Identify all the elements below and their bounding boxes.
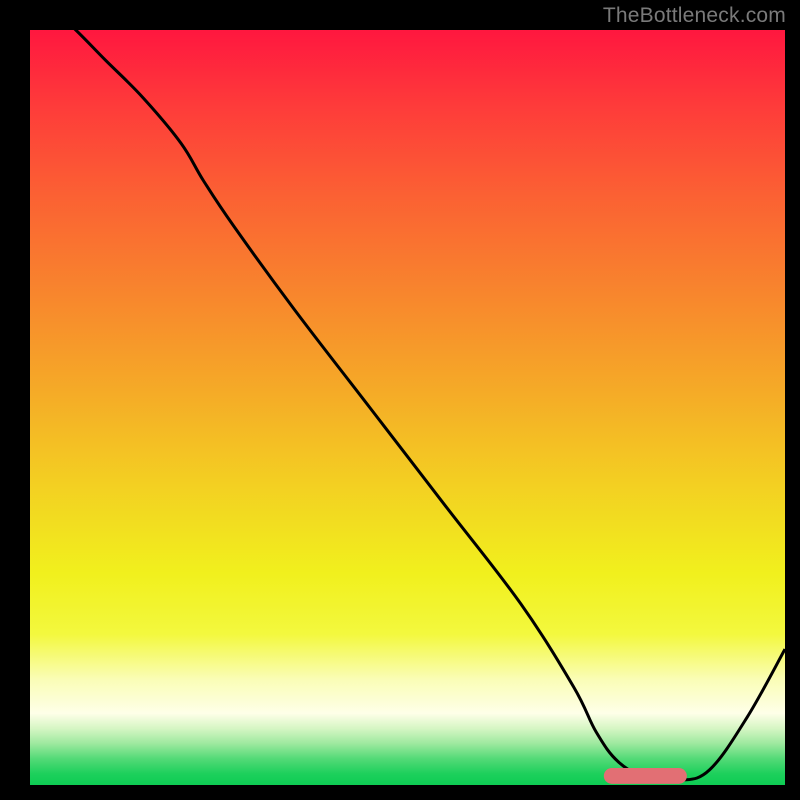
plot-area bbox=[30, 30, 785, 785]
chart-stage: TheBottleneck.com bbox=[0, 0, 800, 800]
gradient-background bbox=[30, 30, 785, 785]
plot-svg bbox=[30, 30, 785, 785]
optimal-range-marker bbox=[604, 768, 687, 784]
watermark-text: TheBottleneck.com bbox=[603, 4, 786, 28]
